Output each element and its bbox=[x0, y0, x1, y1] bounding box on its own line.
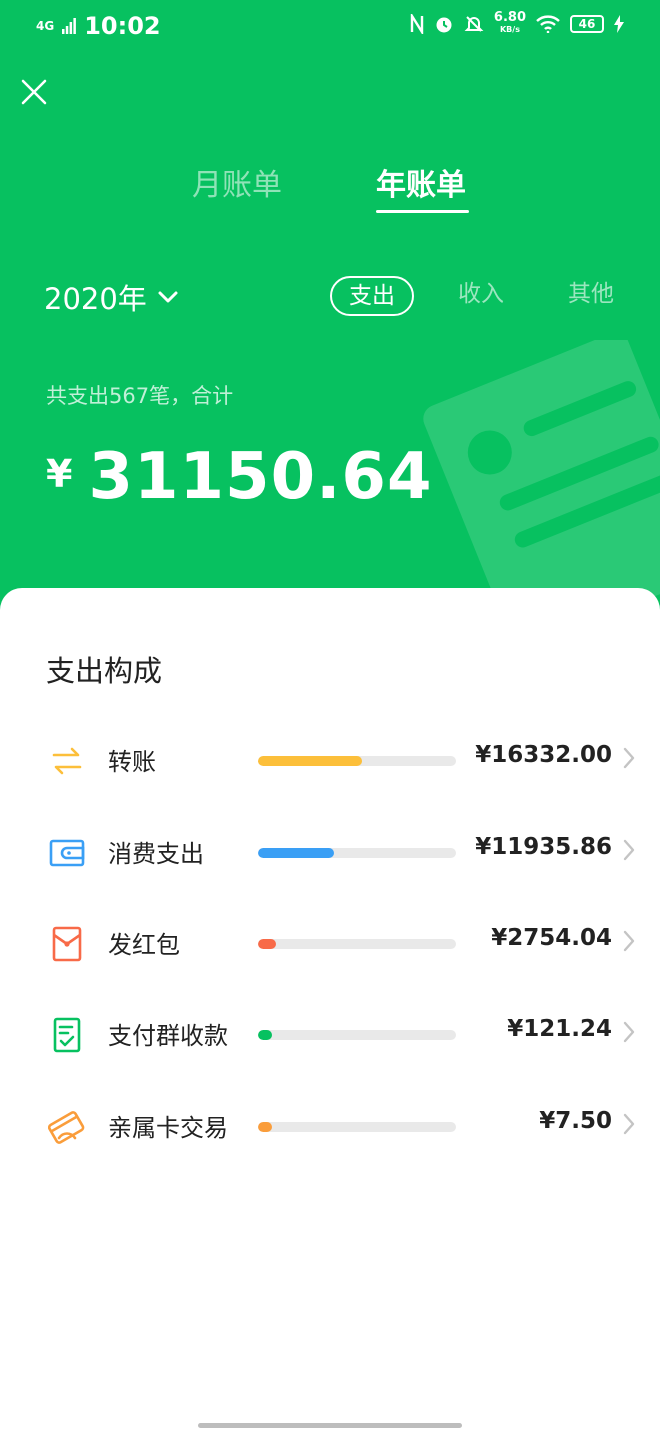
summary-text: 共支出567笔，合计 bbox=[46, 384, 234, 408]
alarm-icon bbox=[436, 17, 452, 33]
battery-indicator: 46 bbox=[570, 15, 604, 33]
family-card-icon bbox=[48, 1111, 85, 1144]
chevron-right-icon bbox=[623, 839, 635, 861]
breakdown-row-group-payment[interactable]: 支付群收款 ¥121.24 bbox=[0, 1004, 660, 1064]
row-amount: ¥11935.86 bbox=[475, 834, 612, 860]
chevron-right-icon bbox=[623, 1021, 635, 1043]
row-amount: ¥7.50 bbox=[539, 1108, 612, 1134]
mute-icon bbox=[464, 16, 484, 32]
row-label: 发红包 bbox=[108, 931, 180, 959]
progress-track bbox=[258, 1030, 456, 1040]
transfer-icon bbox=[52, 747, 82, 775]
row-label: 转账 bbox=[108, 748, 156, 776]
chevron-right-icon bbox=[623, 1113, 635, 1135]
network-speed-unit: KB/s bbox=[499, 25, 520, 34]
progress-fill bbox=[258, 1030, 272, 1040]
filter-other[interactable]: 其他 bbox=[568, 276, 614, 316]
progress-fill bbox=[258, 756, 362, 766]
progress-fill bbox=[258, 939, 276, 949]
total-amount: ¥ 31150.64 bbox=[46, 440, 432, 514]
currency-symbol: ¥ bbox=[46, 452, 73, 496]
signal-icon bbox=[62, 18, 77, 34]
status-time: 10:02 bbox=[84, 12, 161, 40]
wallet-icon bbox=[49, 839, 85, 867]
breakdown-row-consumption[interactable]: 消费支出 ¥11935.86 bbox=[0, 822, 660, 882]
row-label: 消费支出 bbox=[108, 840, 204, 868]
red-packet-icon bbox=[52, 926, 82, 962]
nfc-icon bbox=[410, 14, 424, 34]
tab-monthly-bill[interactable]: 月账单 bbox=[192, 160, 282, 204]
progress-track bbox=[258, 848, 456, 858]
total-value: 31150.64 bbox=[88, 440, 433, 514]
progress-track bbox=[258, 1122, 456, 1132]
progress-fill bbox=[258, 1122, 272, 1132]
row-label: 支付群收款 bbox=[108, 1022, 228, 1050]
breakdown-row-transfer[interactable]: 转账 ¥16332.00 bbox=[0, 730, 660, 790]
status-left: 4G 10:02 bbox=[36, 12, 161, 40]
row-amount: ¥2754.04 bbox=[491, 925, 612, 951]
breakdown-row-red-packet[interactable]: 发红包 ¥2754.04 bbox=[0, 913, 660, 973]
close-button[interactable] bbox=[18, 76, 50, 108]
expense-breakdown-card: 支出构成 转账 ¥16332.00 消费支出 ¥11935.86 发红包 ¥27… bbox=[0, 588, 660, 1430]
chevron-right-icon bbox=[623, 930, 635, 952]
chevron-down-icon bbox=[158, 291, 178, 303]
network-speed: 6.80 KB/s bbox=[493, 10, 526, 36]
network-type: 4G bbox=[36, 19, 55, 33]
close-icon bbox=[21, 79, 47, 105]
year-label: 2020年 bbox=[44, 282, 147, 316]
bill-tabs: 月账单 年账单 bbox=[0, 160, 660, 220]
network-speed-value: 6.80 bbox=[493, 10, 526, 25]
annual-bill-page: 4G 10:02 6.80 KB/s 46 月账单 年账单 2020年 支出 收… bbox=[0, 0, 660, 1430]
progress-fill bbox=[258, 848, 334, 858]
filter-expense[interactable]: 支出 bbox=[330, 276, 414, 316]
status-bar: 4G 10:02 6.80 KB/s 46 bbox=[0, 0, 660, 54]
charging-icon bbox=[614, 15, 624, 33]
tab-annual-bill[interactable]: 年账单 bbox=[376, 160, 466, 204]
group-payment-icon bbox=[53, 1017, 81, 1053]
home-indicator[interactable] bbox=[198, 1423, 462, 1428]
active-tab-underline bbox=[376, 210, 469, 213]
year-selector[interactable]: 2020年 bbox=[44, 276, 179, 318]
filter-income[interactable]: 收入 bbox=[458, 276, 504, 316]
progress-track bbox=[258, 756, 456, 766]
breakdown-row-family-card[interactable]: 亲属卡交易 ¥7.50 bbox=[0, 1096, 660, 1156]
progress-track bbox=[258, 939, 456, 949]
status-right: 6.80 KB/s 46 bbox=[410, 10, 624, 36]
row-amount: ¥121.24 bbox=[507, 1016, 612, 1042]
bill-illustration bbox=[423, 340, 660, 600]
row-amount: ¥16332.00 bbox=[475, 742, 612, 768]
wifi-icon bbox=[536, 15, 560, 33]
chevron-right-icon bbox=[623, 747, 635, 769]
breakdown-title: 支出构成 bbox=[46, 654, 163, 688]
row-label: 亲属卡交易 bbox=[108, 1114, 228, 1142]
